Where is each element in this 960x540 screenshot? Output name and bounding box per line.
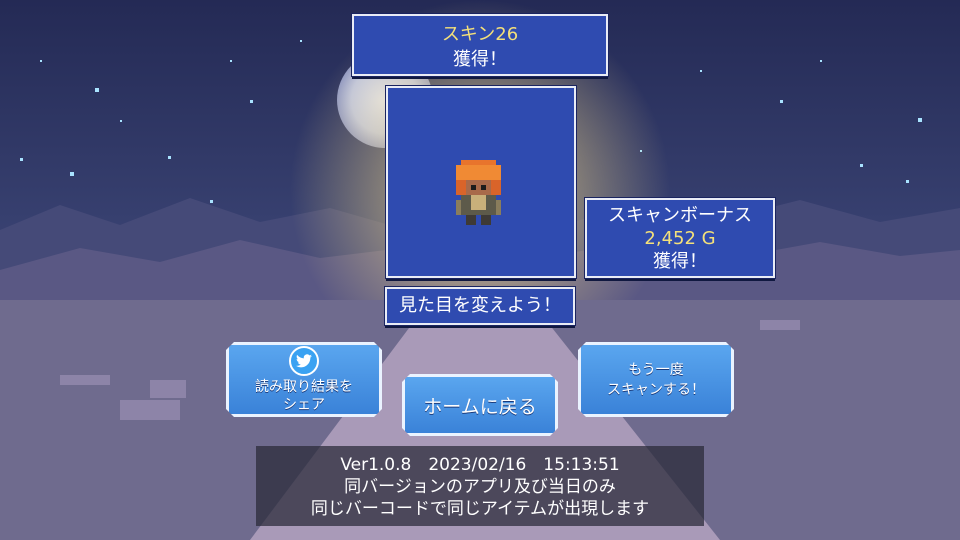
character-sprite bbox=[456, 160, 501, 225]
info-line-2: 同バージョンのアプリ及び当日のみ bbox=[344, 477, 616, 497]
home-button-label: ホームに戻る bbox=[423, 395, 537, 418]
rescan-button-label: もう一度 スキャンする！ bbox=[607, 361, 705, 398]
caption-text: 見た目を変えよう！ bbox=[399, 295, 561, 316]
rescan-button[interactable]: もう一度 スキャンする！ bbox=[578, 342, 734, 417]
scan-bonus-title: スキャンボーナス bbox=[608, 205, 752, 226]
version-line: Ver1.0.8 2023/02/16 15:13:51 bbox=[340, 455, 620, 475]
twitter-bird-icon bbox=[289, 346, 319, 376]
character-preview-panel bbox=[386, 86, 576, 278]
skin-name: スキン26 bbox=[441, 24, 519, 45]
scan-bonus-acquired: 獲得！ bbox=[653, 251, 707, 272]
skin-acquired-panel: スキン26 獲得！ bbox=[352, 14, 608, 76]
scan-bonus-amount: 2,452 G bbox=[644, 228, 716, 249]
share-button-label: 読み取り結果を シェア bbox=[255, 378, 353, 413]
version-info-box: Ver1.0.8 2023/02/16 15:13:51 同バージョンのアプリ及… bbox=[256, 446, 704, 526]
share-button[interactable]: 読み取り結果を シェア bbox=[226, 342, 382, 417]
caption-panel: 見た目を変えよう！ bbox=[385, 287, 575, 325]
home-button[interactable]: ホームに戻る bbox=[402, 374, 558, 436]
scan-bonus-panel: スキャンボーナス 2,452 G 獲得！ bbox=[585, 198, 775, 278]
info-line-3: 同じバーコードで同じアイテムが出現します bbox=[310, 499, 650, 519]
skin-acquired-text: 獲得！ bbox=[453, 49, 507, 70]
